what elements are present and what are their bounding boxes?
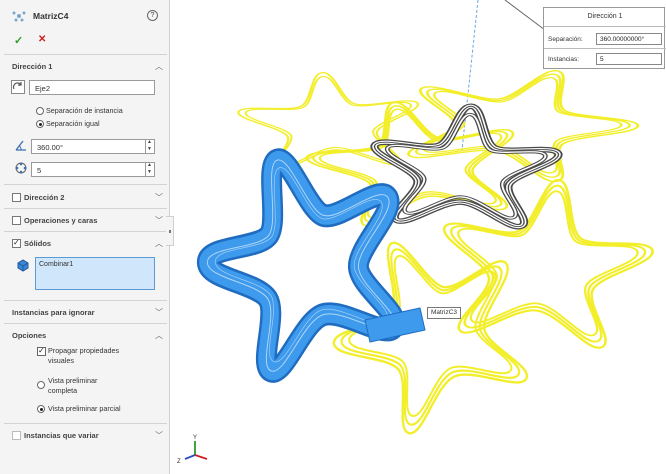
full-preview-label-2: completa xyxy=(48,386,78,395)
section-vary-header[interactable]: Instancias que variar ﹀ xyxy=(4,429,167,443)
divider xyxy=(4,323,167,324)
instances-value: 5 xyxy=(37,166,42,175)
radio-instance-spacing-label: Separación de instancia xyxy=(46,106,123,115)
angle-field[interactable]: 360.00° xyxy=(31,139,155,154)
blue-instance-tab xyxy=(364,307,426,343)
feature-tag[interactable]: MatrizC3 xyxy=(427,307,462,319)
help-icon[interactable]: ? xyxy=(147,10,158,21)
section-features-header[interactable]: Operaciones y caras ﹀ xyxy=(4,214,167,228)
section-bodies-header[interactable]: Sólidos ︿ xyxy=(4,237,167,251)
callout-divider xyxy=(544,48,666,49)
direction2-checkbox[interactable] xyxy=(12,193,21,202)
instances-icon xyxy=(15,162,27,174)
yellow-preview-instances xyxy=(231,50,666,449)
chevron-down-icon[interactable]: ﹀ xyxy=(155,192,163,203)
vary-checkbox[interactable] xyxy=(12,431,21,440)
radio-partial-preview[interactable] xyxy=(37,405,45,413)
angle-value: 360.00° xyxy=(37,143,63,152)
section-skip-label: Instancias para ignorar xyxy=(12,308,95,317)
pattern-axis xyxy=(461,0,479,151)
chevron-up-icon[interactable]: ︿ xyxy=(155,330,163,341)
partial-preview-label: Vista preliminar parcial xyxy=(48,404,121,413)
propagate-visual-checkbox[interactable] xyxy=(37,346,46,356)
chevron-down-icon[interactable]: ﹀ xyxy=(155,307,163,318)
confirm-row: ✓ ✕ xyxy=(0,34,170,48)
bodies-selection-item[interactable]: Combinar1 xyxy=(39,261,73,268)
chevron-up-icon[interactable]: ︿ xyxy=(155,61,163,72)
section-direction1-label: Dirección 1 xyxy=(12,62,53,71)
section-options-header[interactable]: Opciones ︿ xyxy=(4,329,167,343)
ok-button[interactable]: ✓ xyxy=(14,34,23,47)
bodies-icon xyxy=(17,259,29,272)
graphics-area[interactable]: Y Z Dirección 1 Separación: 360.00000000… xyxy=(171,0,666,474)
chevron-down-icon[interactable]: ﹀ xyxy=(155,215,163,226)
propagate-visual-label-2: visuales xyxy=(48,356,74,365)
direction-arrow-icon[interactable] xyxy=(11,80,25,94)
divider xyxy=(4,184,167,185)
divider xyxy=(4,54,167,55)
callout-instances-field[interactable]: 5 xyxy=(596,53,662,65)
radio-equal-spacing[interactable] xyxy=(36,120,44,128)
property-manager-panel: MatrizC4 ? ✓ ✕ Dirección 1 ︿ Eje2 Separa… xyxy=(0,0,170,474)
features-checkbox[interactable] xyxy=(12,216,21,225)
panel-title: MatrizC4 xyxy=(33,11,69,21)
callout-spacing-field[interactable]: 360.00000000° xyxy=(596,33,662,45)
instances-spinner[interactable] xyxy=(145,162,154,176)
section-features-label: Operaciones y caras xyxy=(24,216,98,225)
axis-value: Eje2 xyxy=(35,84,51,93)
divider xyxy=(4,423,167,424)
section-vary-label: Instancias que variar xyxy=(24,431,99,440)
panel-title-row: MatrizC4 ? xyxy=(0,6,170,26)
radio-equal-spacing-label: Separación igual xyxy=(46,119,100,128)
divider xyxy=(4,300,167,301)
cancel-button[interactable]: ✕ xyxy=(38,34,46,45)
direction-callout: Dirección 1 Separación: 360.00000000° In… xyxy=(543,7,666,69)
svg-text:Z: Z xyxy=(177,459,181,465)
instances-field[interactable]: 5 xyxy=(31,162,155,177)
section-direction1-header[interactable]: Dirección 1 ︿ xyxy=(4,60,167,74)
angle-spinner[interactable] xyxy=(145,139,154,153)
section-direction2-header[interactable]: Dirección 2 ﹀ xyxy=(4,191,167,205)
callout-title: Dirección 1 xyxy=(587,13,623,20)
callout-divider xyxy=(544,26,666,27)
circular-pattern-icon xyxy=(12,11,26,22)
callout-spacing-label: Separación: xyxy=(548,36,583,43)
svg-text:Y: Y xyxy=(193,435,197,441)
divider xyxy=(4,231,167,232)
full-preview-label-1: Vista preliminar xyxy=(48,376,98,385)
model-view[interactable]: Y Z xyxy=(171,0,666,474)
section-skip-header[interactable]: Instancias para ignorar ﹀ xyxy=(4,306,167,320)
callout-leader-line xyxy=(504,0,546,31)
divider xyxy=(4,208,167,209)
bodies-selection-list[interactable]: Combinar1 xyxy=(35,257,155,290)
chevron-up-icon[interactable]: ︿ xyxy=(155,238,163,249)
section-options-label: Opciones xyxy=(12,331,47,340)
section-bodies-label: Sólidos xyxy=(24,239,52,248)
axis-selection-field[interactable]: Eje2 xyxy=(29,80,155,95)
callout-instances-label: Instancias: xyxy=(548,56,580,63)
angle-icon xyxy=(15,140,26,151)
callout-spacing-value: 360.00000000° xyxy=(600,36,645,43)
radio-instance-spacing[interactable] xyxy=(36,107,44,115)
triad-icon: Y Z xyxy=(177,435,208,465)
propagate-visual-label-1: Propagar propiedades xyxy=(48,346,120,355)
radio-full-preview[interactable] xyxy=(37,381,45,389)
bodies-checkbox[interactable] xyxy=(12,238,21,248)
section-direction2-label: Dirección 2 xyxy=(24,193,65,202)
callout-instances-value: 5 xyxy=(600,56,604,63)
chevron-down-icon[interactable]: ﹀ xyxy=(155,430,163,441)
